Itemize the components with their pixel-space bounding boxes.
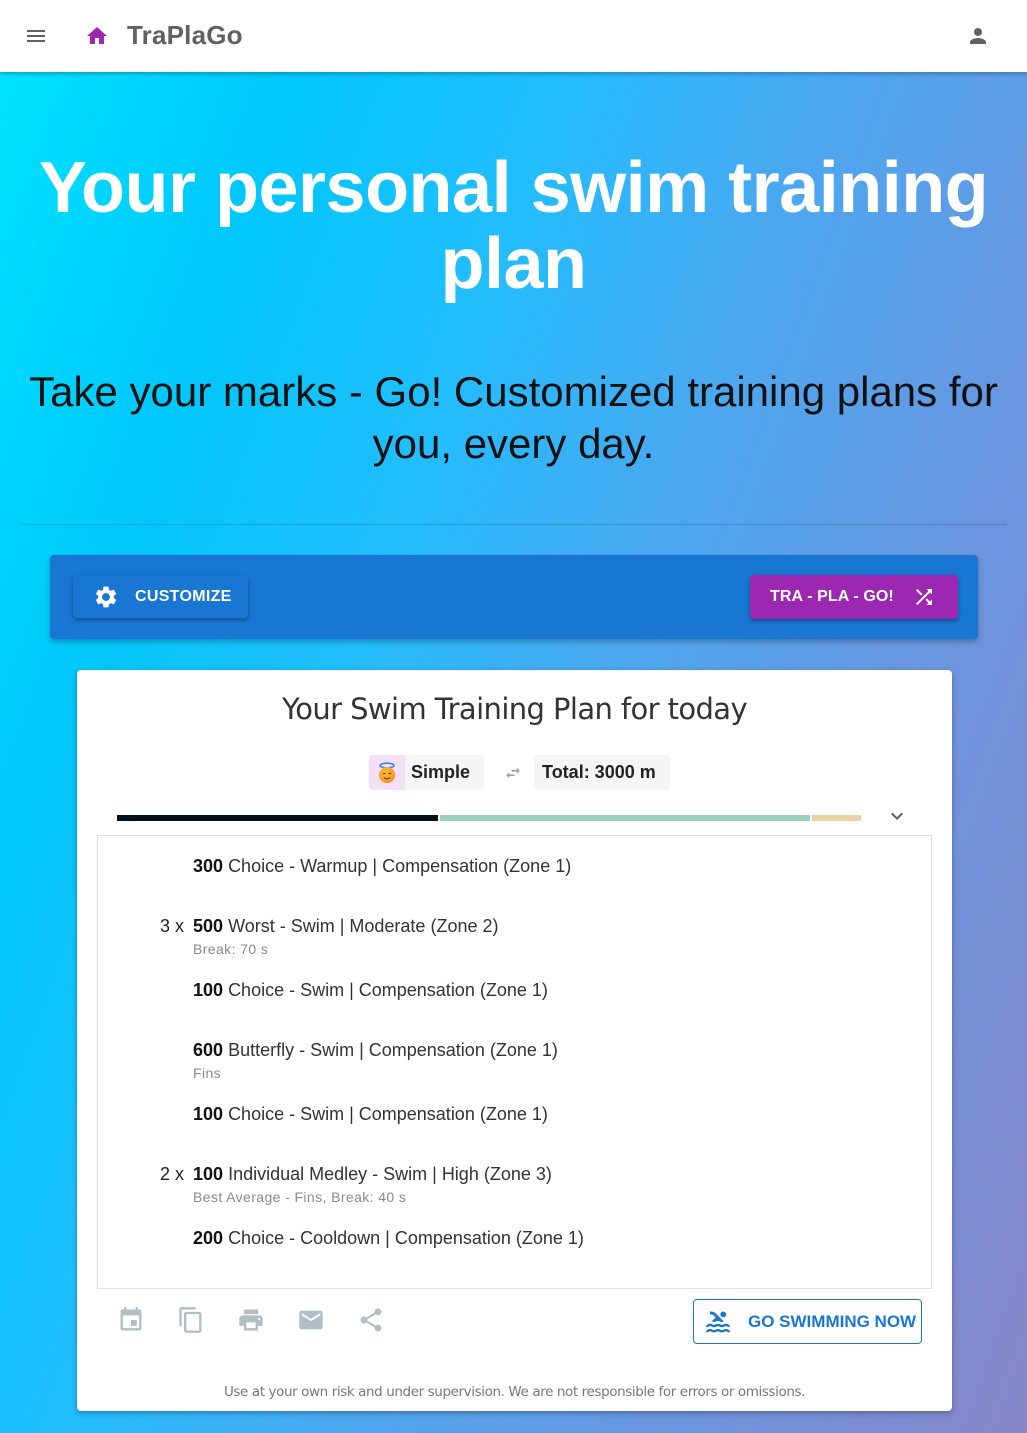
item-distance: 100 — [193, 980, 224, 1000]
hero-title: Your personal swim training plan — [38, 148, 989, 304]
email-icon[interactable] — [297, 1306, 325, 1334]
item-text: Choice - Swim | Compensation (Zone 1) — [228, 1104, 548, 1124]
copy-icon[interactable] — [177, 1306, 205, 1334]
repetitions: 3 x — [160, 916, 185, 936]
go-swimming-label: GO SWIMMING NOW — [748, 1311, 917, 1331]
chevron-down-icon[interactable] — [885, 804, 909, 828]
item-description: 100 Choice - Swim | Compensation (Zone 1… — [193, 980, 548, 1001]
item-description: 200 Choice - Cooldown | Compensation (Zo… — [193, 1228, 584, 1249]
smiling-face-with-halo-icon — [369, 755, 405, 790]
item-distance: 600 — [193, 1040, 224, 1060]
item-text: Worst - Swim | Moderate (Zone 2) — [228, 916, 499, 936]
plan-summary-chips: Simple Total: 3000 m — [369, 755, 670, 790]
menu-icon[interactable] — [24, 24, 48, 48]
item-note: Best Average - Fins, Break: 40 s — [193, 1189, 407, 1205]
item-distance: 100 — [193, 1164, 224, 1184]
zone-segment-1 — [117, 815, 438, 821]
divider — [20, 524, 1007, 525]
level-chip[interactable]: Simple — [369, 755, 485, 790]
zone-distribution-bar — [117, 815, 861, 821]
customize-button[interactable]: CUSTOMIZE — [73, 576, 248, 618]
item-text: Choice - Swim | Compensation (Zone 1) — [228, 980, 548, 1000]
item-distance: 100 — [193, 1104, 224, 1124]
plan-actions — [117, 1306, 417, 1334]
swimmer-icon — [706, 1310, 730, 1332]
total-distance-label: Total: 3000 m — [542, 762, 656, 782]
plan-toolbar: CUSTOMIZE TRA - PLA - GO! — [50, 555, 978, 639]
item-distance: 300 — [193, 856, 224, 876]
item-distance: 500 — [193, 916, 224, 936]
total-distance-chip: Total: 3000 m — [534, 755, 670, 790]
item-text: Individual Medley - Swim | High (Zone 3) — [228, 1164, 552, 1184]
level-label: Simple — [411, 762, 471, 782]
item-text: Butterfly - Swim | Compensation (Zone 1) — [228, 1040, 558, 1060]
account-icon[interactable] — [966, 24, 990, 48]
print-icon[interactable] — [237, 1306, 265, 1334]
generate-plan-button[interactable]: TRA - PLA - GO! — [750, 575, 958, 619]
shuffle-icon — [915, 589, 932, 605]
item-description: 100 Individual Medley - Swim | High (Zon… — [193, 1164, 552, 1185]
training-plan-card: Your Swim Training Plan for today Simple… — [77, 670, 952, 1411]
go-swimming-button[interactable]: GO SWIMMING NOW — [693, 1299, 922, 1344]
plan-title: Your Swim Training Plan for today — [281, 691, 748, 727]
swap-horiz-icon — [506, 767, 520, 778]
item-text: Choice - Warmup | Compensation (Zone 1) — [228, 856, 572, 876]
zone-segment-3 — [811, 815, 861, 821]
item-description: 600 Butterfly - Swim | Compensation (Zon… — [193, 1040, 558, 1061]
generate-plan-label: TRA - PLA - GO! — [770, 588, 894, 605]
item-distance: 200 — [193, 1228, 224, 1248]
item-description: 100 Choice - Swim | Compensation (Zone 1… — [193, 1104, 548, 1125]
share-icon[interactable] — [357, 1306, 385, 1334]
item-text: Choice - Cooldown | Compensation (Zone 1… — [228, 1228, 584, 1248]
disclaimer: Use at your own risk and under supervisi… — [223, 1384, 806, 1400]
item-description: 500 Worst - Swim | Moderate (Zone 2) — [193, 916, 498, 937]
zone-segment-2 — [439, 815, 810, 821]
training-items-list: 300 Choice - Warmup | Compensation (Zone… — [97, 835, 932, 1289]
calendar-icon[interactable] — [117, 1306, 145, 1334]
home-icon[interactable] — [85, 24, 109, 48]
item-description: 300 Choice - Warmup | Compensation (Zone… — [193, 856, 571, 877]
item-note: Break: 70 s — [193, 941, 269, 957]
repetitions: 2 x — [160, 1164, 185, 1184]
app-title[interactable]: TraPlaGo — [127, 20, 243, 51]
app-bar: TraPlaGo — [0, 0, 1027, 72]
item-note: Fins — [193, 1065, 222, 1081]
hero-subtitle: Take your marks - Go! Customized trainin… — [29, 368, 998, 467]
gear-icon — [95, 586, 117, 608]
customize-label: CUSTOMIZE — [135, 588, 232, 605]
